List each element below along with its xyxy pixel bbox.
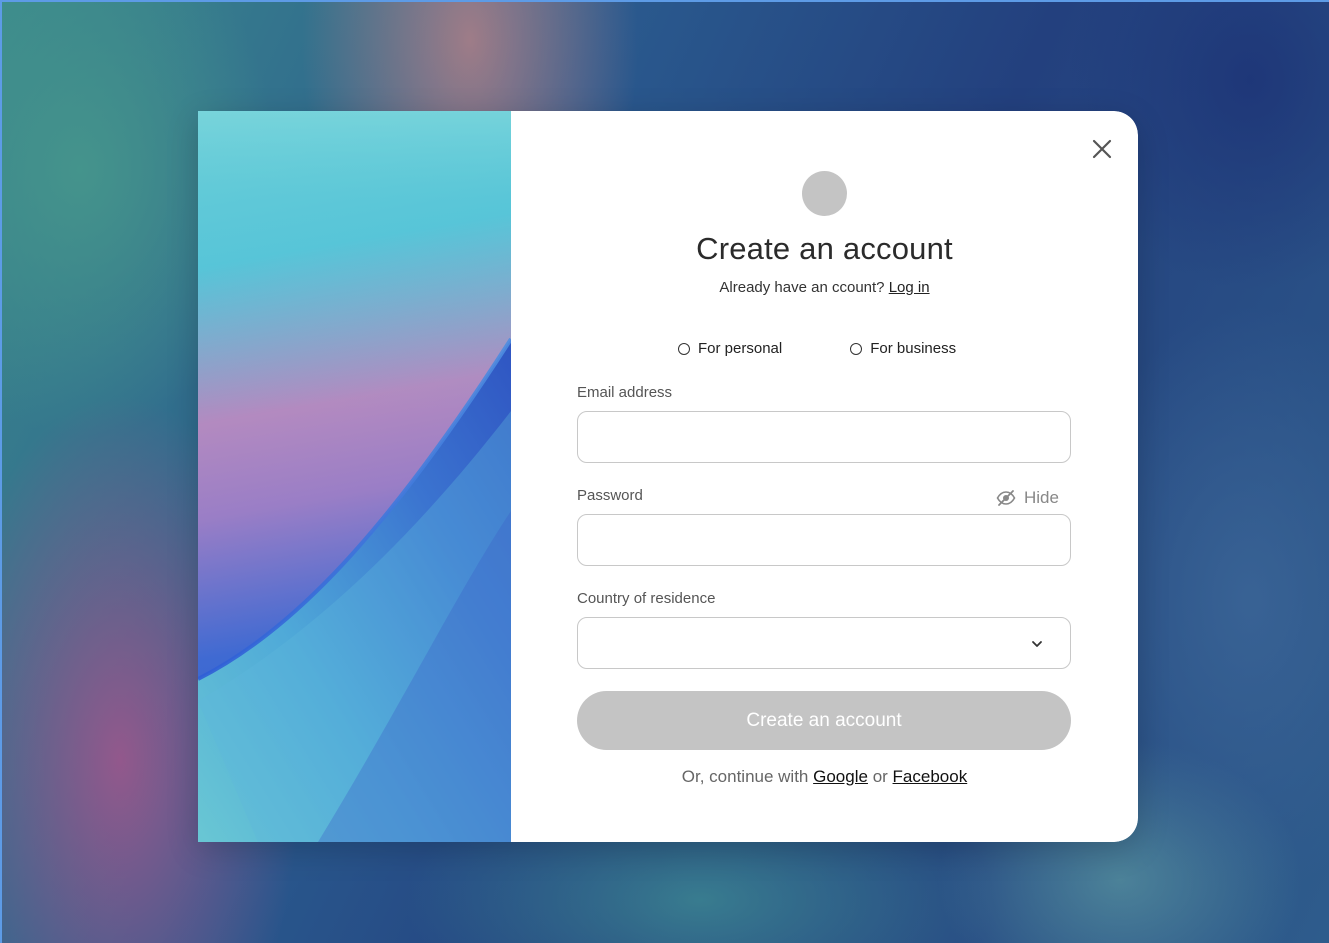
radio-circle-icon [850, 342, 863, 355]
password-visibility-toggle[interactable]: Hide [996, 488, 1059, 508]
radio-for-business[interactable]: For business [850, 340, 956, 357]
google-link[interactable]: Google [813, 767, 868, 786]
facebook-link[interactable]: Facebook [893, 767, 968, 786]
email-label: Email address [577, 384, 673, 401]
radio-for-personal[interactable]: For personal [678, 340, 782, 357]
country-select[interactable] [577, 617, 1071, 669]
create-account-button[interactable]: Create an account [577, 691, 1071, 750]
page: Create an account Already have an ccount… [0, 0, 1329, 943]
password-toggle-label: Hide [1024, 488, 1059, 507]
social-login-row: Or, continue with Google or Facebook [511, 767, 1138, 787]
radio-label-personal: For personal [698, 340, 783, 357]
social-prefix: Or, continue with [681, 767, 809, 786]
email-field[interactable] [577, 411, 1071, 463]
radio-label-business: For business [870, 340, 957, 357]
login-prompt: Already have an ccount? Log in [511, 279, 1138, 296]
avatar-placeholder [802, 171, 847, 216]
login-link[interactable]: Log in [889, 279, 930, 296]
country-label: Country of residence [577, 590, 716, 607]
radio-circle-icon [678, 342, 690, 355]
close-button[interactable] [1088, 135, 1116, 163]
form-content-layer: Create an account Already have an ccount… [198, 111, 1138, 842]
account-type-options: For personal For business [678, 340, 956, 357]
password-field[interactable] [577, 514, 1071, 566]
social-separator: or [872, 767, 888, 786]
dialog-title: Create an account [696, 231, 953, 266]
eye-slash-icon [996, 490, 1016, 506]
close-icon [1092, 139, 1112, 159]
password-label: Password [577, 487, 643, 504]
login-prompt-text: Already have an ccount? [719, 279, 885, 296]
chevron-down-icon [1032, 641, 1042, 647]
